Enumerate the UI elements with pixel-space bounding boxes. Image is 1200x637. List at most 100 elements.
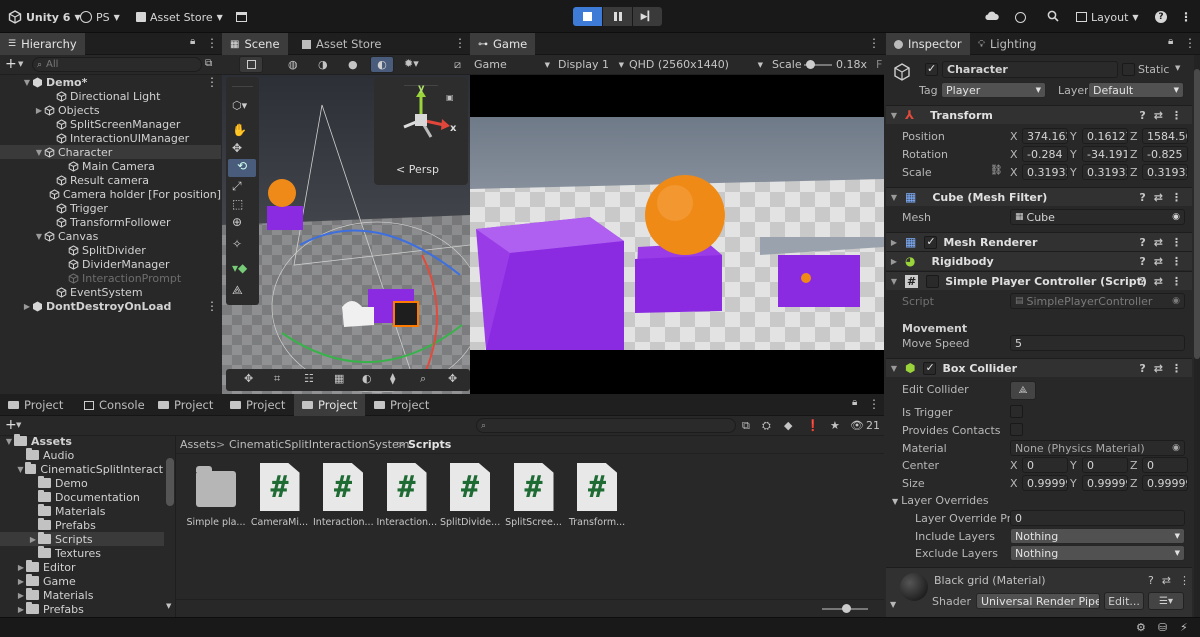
axis-y-label[interactable]: Y xyxy=(1070,477,1077,490)
add-object-button[interactable]: + xyxy=(5,56,17,72)
view-options-button[interactable] xyxy=(239,56,263,73)
more-menu[interactable]: ⋮ xyxy=(1180,7,1192,27)
chevron-down-icon[interactable]: ▼ xyxy=(890,600,896,609)
kebab-icon[interactable]: ⋮ xyxy=(1171,362,1182,375)
static-checkbox[interactable] xyxy=(1122,63,1135,76)
preset-icon[interactable]: ⇄ xyxy=(1154,362,1163,375)
tab-hierarchy[interactable]: ☰ Hierarchy xyxy=(0,33,85,55)
chevron-down-icon[interactable]: ▼ xyxy=(16,465,25,474)
scene-search-icon[interactable]: ⧉ xyxy=(205,58,212,69)
hierarchy-item[interactable]: ▶ DontDestroyOnLoad ⋮ xyxy=(0,299,221,313)
center-y-input[interactable]: 0 xyxy=(1082,457,1128,473)
tab-inspector[interactable]: Inspector xyxy=(886,33,970,55)
hierarchy-item[interactable]: ▼ Canvas xyxy=(0,229,221,243)
display-dropdown[interactable]: Display 1 ▼ xyxy=(558,58,624,71)
scale-tool-icon[interactable]: ⤢ xyxy=(232,179,242,194)
preset-icon[interactable]: ⇄ xyxy=(1154,275,1163,288)
debug-mode-icon[interactable]: ⚙︎ xyxy=(1136,621,1146,634)
persp-label[interactable]: < Persp xyxy=(396,163,439,176)
chevron-right-icon[interactable]: ▶ xyxy=(34,106,44,115)
object-picker-icon[interactable]: ◉ xyxy=(1172,212,1180,222)
breadcrumb-item[interactable]: Assets xyxy=(180,438,216,451)
scene-viewport[interactable]: ⬡▾ ✋ ✥ ⟲ ⤢ ⬚ ⊕ ✧ ▾◆ ⟁ y x ▣ < Persp ✥ ⌗ … xyxy=(222,75,470,394)
hierarchy-item[interactable]: InteractionPrompt xyxy=(0,271,221,285)
kebab-icon[interactable]: ⋮ xyxy=(1171,191,1182,204)
snap-icon[interactable]: ⌗ xyxy=(274,372,280,386)
hierarchy-item[interactable]: ▼ Character xyxy=(0,145,221,159)
asset-script[interactable]: # SplitDivide... xyxy=(440,463,500,528)
move-tool-icon[interactable]: ✥ xyxy=(232,141,242,155)
game-viewport[interactable] xyxy=(470,75,884,394)
hierarchy-item[interactable]: Result camera xyxy=(0,173,221,187)
kebab-icon[interactable]: ⋮ xyxy=(1179,574,1190,587)
preset-icon[interactable]: ⇄ xyxy=(1162,574,1171,587)
custom-tool-icon[interactable]: ✧ xyxy=(232,237,242,251)
resolution-dropdown[interactable]: QHD (2560x1440) ▼ xyxy=(629,58,763,71)
provides-contacts-checkbox[interactable] xyxy=(1010,423,1023,436)
tab-bottom-4[interactable]: Project xyxy=(222,394,293,416)
favorite-icon[interactable]: ★ xyxy=(830,419,840,432)
chevron-down-icon[interactable]: ▼ xyxy=(22,78,32,87)
hierarchy-item[interactable]: Camera holder [For position] xyxy=(0,187,221,201)
hierarchy-item[interactable]: InteractionUIManager xyxy=(0,131,221,145)
chevron-right-icon[interactable]: ▶ xyxy=(16,605,26,614)
hierarchy-search-input[interactable]: ⌕ All xyxy=(32,57,202,72)
size-y-input[interactable]: 0.99999 xyxy=(1082,475,1128,491)
shader-dropdown[interactable]: Universal Render Pipe▼ xyxy=(976,593,1100,609)
hand-tool-icon[interactable]: ✋ xyxy=(232,123,247,137)
help-icon[interactable]: ? xyxy=(1139,255,1145,268)
active-checkbox[interactable] xyxy=(925,62,938,76)
tab-bottom-3[interactable]: Project xyxy=(150,394,221,416)
project-folder[interactable]: ▶ Prefabs xyxy=(0,602,164,616)
kebab-icon[interactable]: ⋮ xyxy=(206,299,218,313)
gizmo-globe-icon[interactable]: ◍ xyxy=(288,58,298,71)
shading-icon[interactable]: ◑ xyxy=(318,58,328,71)
asset-folder[interactable]: Simple pla... xyxy=(186,463,246,528)
play-button[interactable] xyxy=(573,7,602,26)
warning-filter-icon[interactable]: ❗ xyxy=(806,419,820,432)
inspector-scrollbar[interactable] xyxy=(1194,55,1200,617)
edit-collider-button[interactable]: ⟁ xyxy=(1010,381,1036,400)
lock-icon[interactable]: 🔒︎ xyxy=(1168,36,1173,47)
project-search-input[interactable]: ⌕ xyxy=(476,418,736,433)
axis-z-label[interactable]: Z xyxy=(1130,477,1138,490)
kebab-icon[interactable]: ⋮ xyxy=(206,75,218,89)
help-icon[interactable]: ? xyxy=(1148,574,1154,587)
project-folder[interactable]: Prefabs xyxy=(0,518,164,532)
axis-x-label[interactable]: X xyxy=(1010,130,1018,143)
layer-overrides-foldout[interactable]: ▼ Layer Overrides xyxy=(892,494,989,507)
scale-x-input[interactable]: 0.31933 xyxy=(1022,164,1068,180)
hierarchy-item[interactable]: ▼ Demo* ⋮ xyxy=(0,75,221,89)
package-manager-button[interactable] xyxy=(236,7,247,27)
center-x-input[interactable]: 0 xyxy=(1022,457,1068,473)
component-tool-icon[interactable]: ▾◆ xyxy=(232,261,247,275)
link-icon[interactable]: ⛓︎ xyxy=(990,165,1003,176)
preset-icon[interactable]: ⇄ xyxy=(1154,191,1163,204)
grid-snap-icon[interactable]: ▦ xyxy=(334,372,344,385)
label-filter-icon[interactable]: ◆ xyxy=(784,419,792,432)
hierarchy-item[interactable]: Trigger xyxy=(0,201,221,215)
rotation-z-input[interactable]: -0.825 xyxy=(1142,146,1188,162)
gizmo-toggle-icon[interactable]: ⧄ xyxy=(454,58,461,72)
kebab-icon[interactable]: ⋮ xyxy=(868,36,880,50)
project-folder[interactable]: Documentation xyxy=(0,490,164,504)
help-icon[interactable]: ? xyxy=(1139,236,1145,249)
collider-tool-icon[interactable]: ⟁ xyxy=(232,283,243,298)
object-picker-icon[interactable]: ◉ xyxy=(1172,443,1180,453)
is-trigger-checkbox[interactable] xyxy=(1010,405,1023,418)
lit-mode-button[interactable]: ◐ xyxy=(370,56,394,73)
axis-x-label[interactable]: X xyxy=(1010,148,1018,161)
kebab-icon[interactable]: ⋮ xyxy=(1184,36,1196,50)
account-button[interactable]: PS ▼ xyxy=(80,7,120,27)
axis-y-label[interactable]: Y xyxy=(1070,130,1077,143)
hierarchy-item[interactable]: EventSystem xyxy=(0,285,221,299)
breadcrumb-item[interactable]: CinematicSplitInteractionSystem xyxy=(229,438,409,451)
chevron-right-icon[interactable]: ▶ xyxy=(16,563,26,572)
hierarchy-item[interactable]: SplitDivider xyxy=(0,243,221,257)
scale-slider-handle[interactable] xyxy=(806,60,815,69)
progress-icon[interactable]: ⚡︎ xyxy=(1180,621,1188,634)
tab-bottom-1[interactable]: Project xyxy=(0,394,71,416)
move-icon[interactable]: ✥ xyxy=(244,372,253,385)
kebab-icon[interactable]: ⋮ xyxy=(1171,236,1182,249)
asset-script[interactable]: # Interaction... xyxy=(313,463,374,528)
